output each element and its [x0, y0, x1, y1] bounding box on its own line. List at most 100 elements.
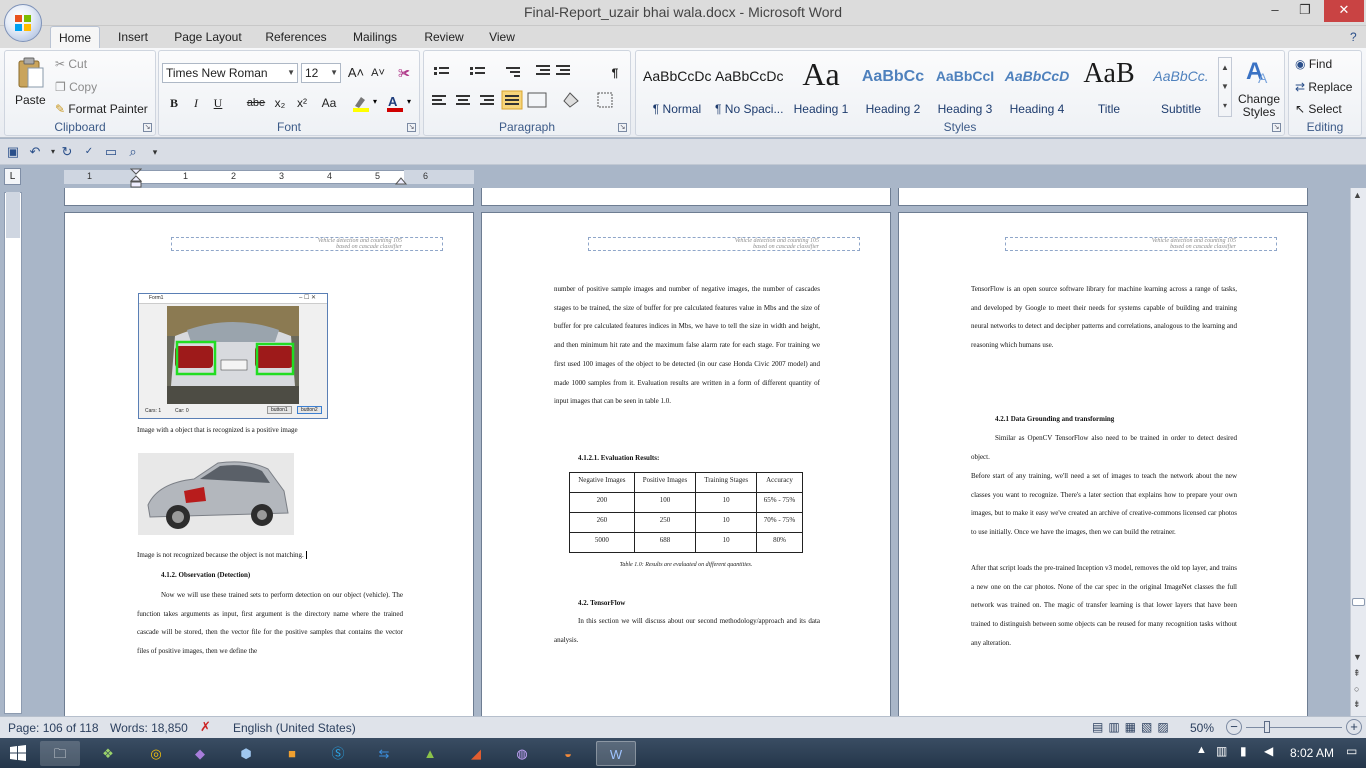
zoom-out-button[interactable]: −: [1226, 719, 1242, 735]
minimize-button[interactable]: –: [1260, 0, 1290, 22]
view-buttons-icon[interactable]: ▤▥▦▧▨: [1092, 720, 1174, 734]
style-subtitle[interactable]: AaBbCc. Subtitle: [1146, 59, 1216, 117]
print-layout-icon[interactable]: ▭: [102, 143, 120, 161]
notifications-icon[interactable]: ▭: [1346, 744, 1357, 758]
indent-marker-icon[interactable]: [130, 168, 142, 188]
find-button[interactable]: ◉ Find: [1295, 57, 1332, 71]
spelling-icon[interactable]: ✓: [80, 143, 98, 161]
teamviewer-icon[interactable]: ⇆: [364, 741, 404, 766]
grow-font-button[interactable]: A˄: [345, 62, 367, 84]
redo-icon[interactable]: ↻: [58, 143, 76, 161]
show-marks-button[interactable]: ¶: [604, 62, 626, 84]
zoom-slider-thumb[interactable]: [1264, 721, 1270, 733]
previous-page-icon[interactable]: ⇞: [1353, 668, 1361, 679]
highlight-button[interactable]: ▾: [351, 94, 381, 112]
style-no-spacing[interactable]: AaBbCcDc ¶ No Spaci...: [714, 59, 784, 117]
styles-launcher-icon[interactable]: ↘: [1272, 123, 1281, 132]
zoom-in-button[interactable]: +: [1346, 719, 1362, 735]
app-icon[interactable]: ◍: [502, 741, 542, 766]
vertical-ruler[interactable]: [4, 192, 22, 714]
strikethrough-button[interactable]: abe: [245, 92, 267, 114]
undo-icon[interactable]: ↶: [26, 143, 44, 161]
page-header[interactable]: Vehicle detection and counting 105 based …: [1005, 237, 1277, 251]
tab-mailings[interactable]: Mailings: [344, 26, 406, 48]
network-icon[interactable]: ▥: [1216, 744, 1227, 758]
clear-formatting-icon[interactable]: ✀: [393, 62, 415, 84]
tab-view[interactable]: View: [482, 26, 522, 48]
office-button[interactable]: [4, 4, 42, 42]
word-count[interactable]: Words: 18,850: [110, 721, 188, 735]
font-family-select[interactable]: Times New Roman ▼: [162, 63, 298, 83]
tab-references[interactable]: References: [260, 26, 332, 48]
android-icon[interactable]: ▲: [410, 741, 450, 766]
file-explorer-icon[interactable]: 🗀: [40, 741, 80, 766]
kingsoft-icon[interactable]: ■: [272, 741, 312, 766]
document-page-106[interactable]: Vehicle detection and counting 105 based …: [64, 212, 474, 718]
font-color-button[interactable]: A ▾: [385, 94, 415, 112]
windows-start-icon[interactable]: [10, 745, 26, 761]
customize-toolbar-icon[interactable]: ▾: [146, 143, 164, 161]
clipboard-launcher-icon[interactable]: ↘: [143, 123, 152, 132]
proofing-icon[interactable]: ✗: [200, 719, 211, 735]
app-icon[interactable]: ❖: [88, 741, 128, 766]
styles-scroll[interactable]: ▲ ▼ ▾: [1218, 57, 1232, 117]
print-preview-icon[interactable]: ⌕: [124, 143, 142, 161]
style-heading-2[interactable]: AaBbCc Heading 2: [858, 59, 928, 117]
battery-icon[interactable]: ▮: [1240, 744, 1247, 758]
subscript-button[interactable]: x₂: [269, 92, 291, 114]
select-button[interactable]: ↖ Select: [1295, 102, 1342, 116]
copy-button[interactable]: ❐ Copy: [55, 80, 97, 94]
paste-button[interactable]: Paste: [11, 55, 49, 111]
scroll-thumb[interactable]: [1352, 598, 1365, 606]
style-title[interactable]: AaB Title: [1074, 58, 1144, 117]
right-indent-marker-icon[interactable]: [395, 175, 407, 185]
help-icon[interactable]: ?: [1350, 30, 1357, 44]
language-indicator[interactable]: English (United States): [233, 721, 356, 735]
scroll-down-icon[interactable]: ▼: [1353, 652, 1362, 662]
next-page-icon[interactable]: ⇟: [1353, 699, 1361, 710]
zoom-level[interactable]: 50%: [1190, 721, 1214, 735]
style-normal[interactable]: AaBbCcDc ¶ Normal: [642, 59, 712, 117]
scroll-up-icon[interactable]: ▲: [1353, 190, 1362, 200]
select-browse-object-icon[interactable]: ○: [1354, 684, 1359, 694]
skype-icon[interactable]: Ⓢ: [318, 741, 358, 766]
taskbar-clock[interactable]: 8:02 AM: [1290, 746, 1334, 760]
change-styles-button[interactable]: AA Change Styles: [1234, 55, 1284, 121]
document-page-107[interactable]: Vehicle detection and counting 105 based …: [481, 212, 891, 718]
zoom-slider-track[interactable]: [1246, 727, 1342, 728]
superscript-button[interactable]: x²: [291, 92, 313, 114]
paragraph-launcher-icon[interactable]: ↘: [618, 123, 627, 132]
document-page-108[interactable]: Vehicle detection and counting 105 based …: [898, 212, 1308, 718]
replace-button[interactable]: ⇄ Replace: [1295, 80, 1352, 94]
close-button[interactable]: ✕: [1324, 0, 1364, 22]
tab-insert[interactable]: Insert: [110, 26, 156, 48]
bold-button[interactable]: B: [163, 92, 185, 114]
style-heading-1[interactable]: Aa Heading 1: [786, 56, 856, 117]
chrome-icon[interactable]: ◎: [136, 741, 176, 766]
vertical-scrollbar[interactable]: ▲ ▼ ⇞ ○ ⇟: [1350, 188, 1366, 716]
word-taskbar-icon[interactable]: W: [596, 741, 636, 766]
app-icon[interactable]: ◢: [456, 741, 496, 766]
page-header[interactable]: Vehicle detection and counting 105 based …: [171, 237, 443, 251]
italic-button[interactable]: I: [185, 92, 207, 114]
tray-chevron-icon[interactable]: ▲: [1196, 744, 1207, 756]
font-launcher-icon[interactable]: ↘: [407, 123, 416, 132]
underline-button[interactable]: U: [207, 92, 229, 114]
shrink-font-button[interactable]: A˅: [367, 62, 389, 84]
virtualbox-icon[interactable]: ⬢: [226, 741, 266, 766]
font-size-select[interactable]: 12 ▼: [301, 63, 341, 83]
cut-button[interactable]: ✂ Cut: [55, 57, 87, 71]
restore-button[interactable]: ❐: [1290, 0, 1320, 22]
page-header[interactable]: Vehicle detection and counting 105 based …: [588, 237, 860, 251]
volume-icon[interactable]: ◀: [1264, 744, 1273, 758]
tab-selector-icon[interactable]: L: [4, 168, 21, 185]
tab-home[interactable]: Home: [50, 26, 100, 48]
tab-page-layout[interactable]: Page Layout: [168, 26, 248, 48]
app-icon[interactable]: ◒: [548, 741, 588, 766]
visual-studio-icon[interactable]: ◆: [180, 741, 220, 766]
tab-review[interactable]: Review: [418, 26, 470, 48]
style-heading-4[interactable]: AaBbCcD Heading 4: [1002, 59, 1072, 117]
page-count[interactable]: Page: 106 of 118: [8, 721, 99, 735]
format-painter-button[interactable]: ✎ Format Painter: [55, 102, 148, 116]
save-icon[interactable]: ▣: [4, 143, 22, 161]
